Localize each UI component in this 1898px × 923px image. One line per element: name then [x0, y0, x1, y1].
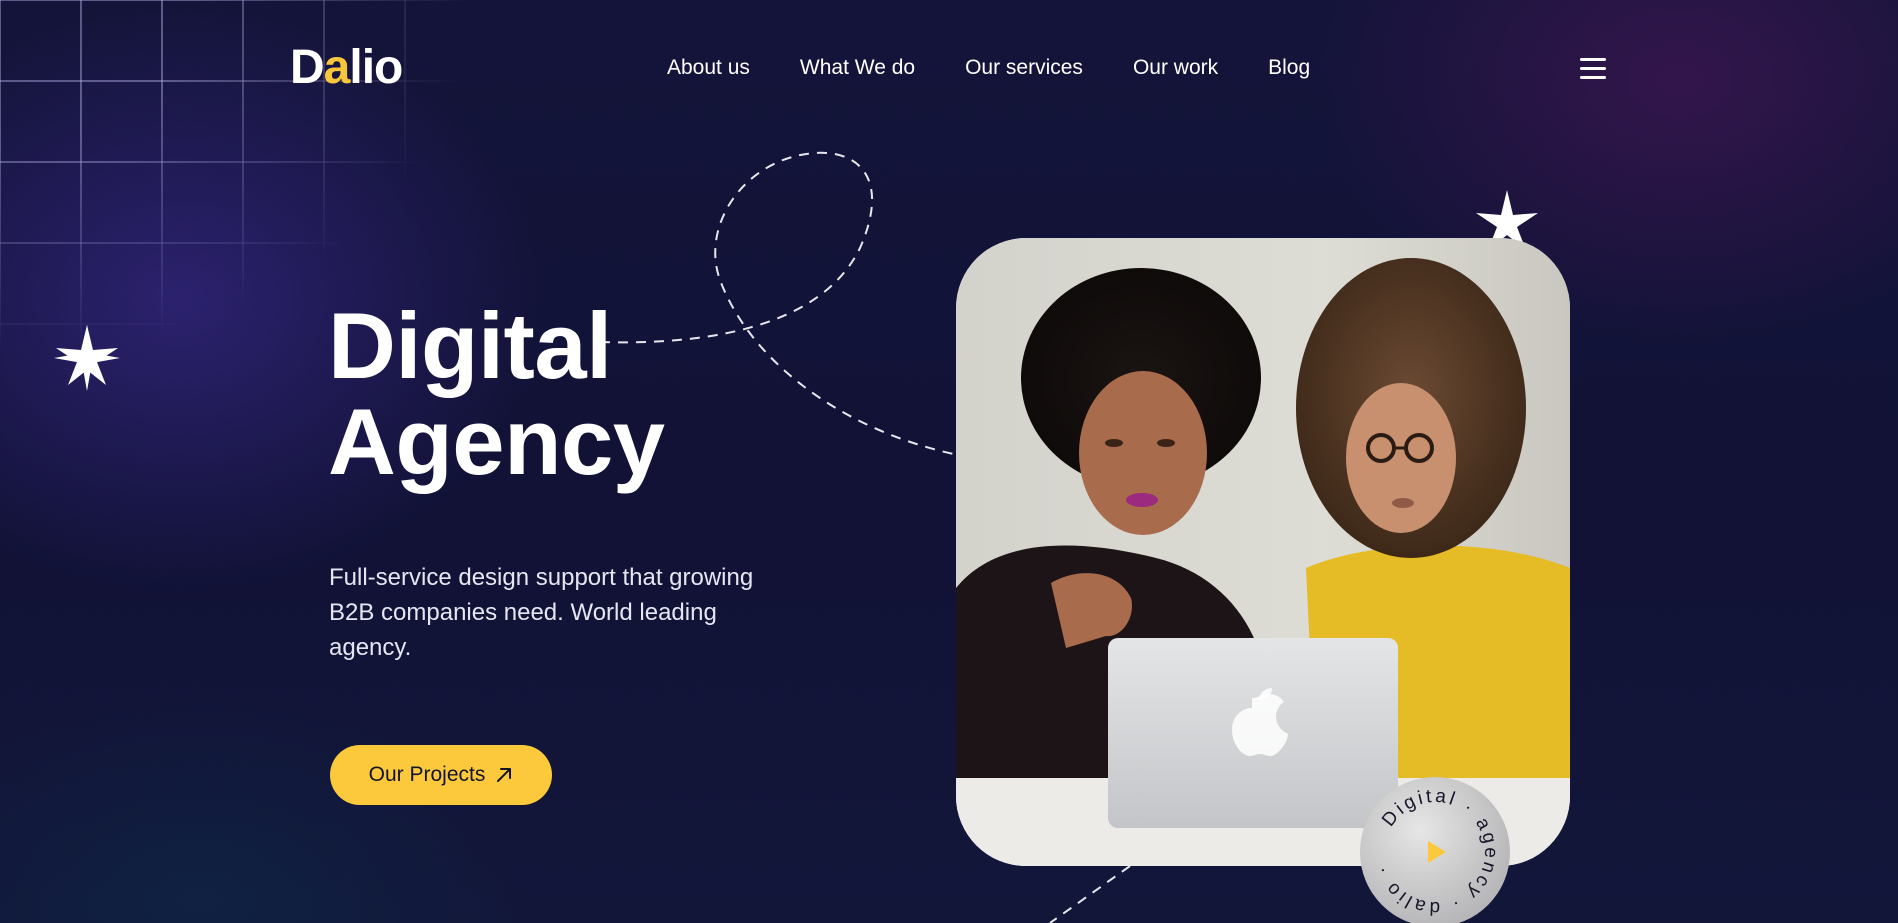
nav-link-blog[interactable]: Blog — [1268, 56, 1310, 80]
play-icon — [1428, 841, 1446, 863]
our-projects-button-label: Our Projects — [368, 763, 486, 786]
hero-description: Full-service design support that growing… — [329, 564, 754, 661]
nav-link-about-us[interactable]: About us — [667, 56, 750, 80]
hero-title-line-2: Agency — [328, 389, 665, 494]
logo-text-accent: a — [323, 41, 351, 94]
nav-link-our-work[interactable]: Our work — [1133, 56, 1218, 80]
logo[interactable]: Dalio — [290, 41, 403, 94]
our-projects-button[interactable]: Our Projects — [330, 745, 552, 805]
logo-text-suffix: lio — [349, 41, 403, 94]
hero-title-line-1: Digital — [328, 293, 612, 398]
hero-image — [956, 238, 1570, 866]
star-icon — [54, 325, 120, 391]
team-photo — [956, 238, 1570, 866]
badge-ring: Digital · agency · dalio · — [1371, 786, 1499, 919]
hero-title: Digital Agency — [328, 298, 665, 490]
hamburger-menu-icon[interactable] — [1580, 58, 1606, 80]
nav-link-our-services[interactable]: Our services — [965, 56, 1083, 80]
nav-link-what-we-do[interactable]: What We do — [800, 56, 915, 80]
logo-text-prefix: D — [290, 41, 325, 94]
arrow-up-right-icon — [497, 768, 512, 782]
main-nav: About us What We do Our services Our wor… — [667, 56, 1360, 80]
digital-agency-badge[interactable]: Digital · agency · dalio · — [1360, 777, 1510, 923]
